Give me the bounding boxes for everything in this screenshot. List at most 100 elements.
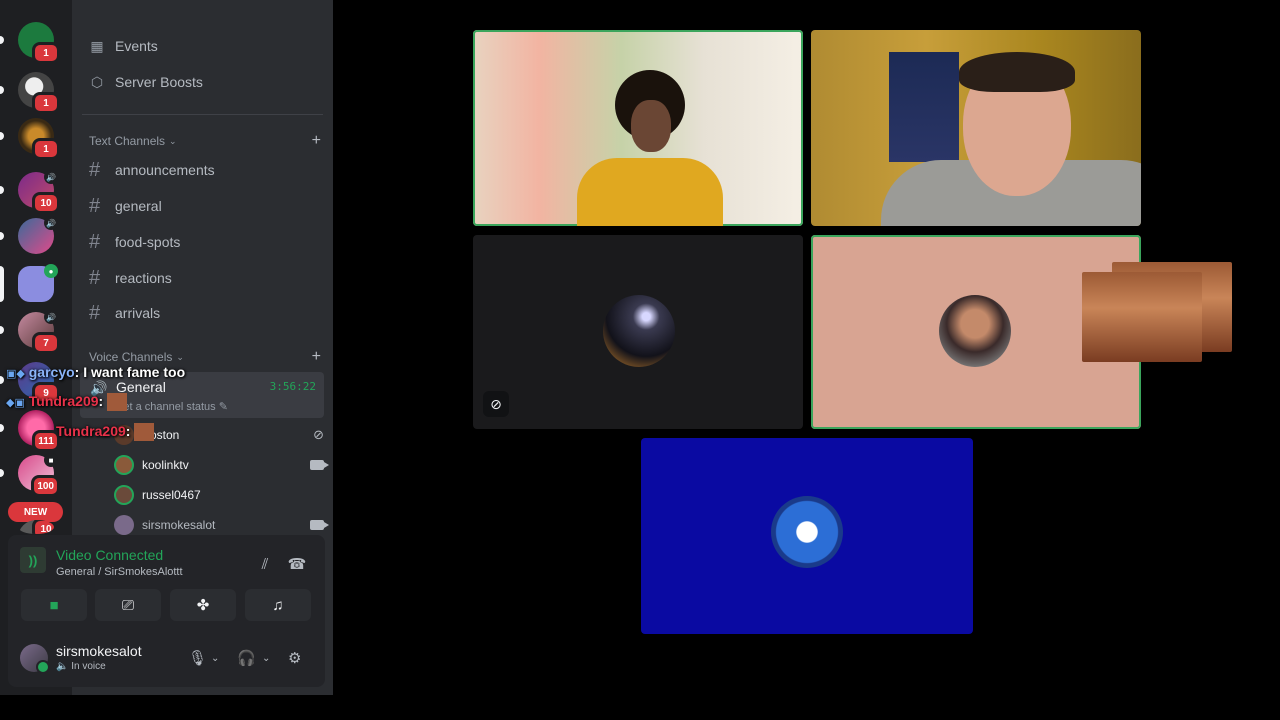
user-status: 🔈 In voice	[56, 661, 142, 672]
server-icon-2[interactable]: 1	[0, 72, 60, 114]
member-russel0467[interactable]: russel0467	[114, 482, 324, 508]
speaker-icon: 🔊	[44, 170, 58, 184]
member-name: russel0467	[142, 488, 201, 502]
overlay-badges: ◆▣	[6, 397, 25, 409]
overlay-text: : I want fame too	[74, 364, 186, 380]
server-badge: 100	[31, 475, 60, 497]
channel-general[interactable]: # general	[89, 191, 162, 221]
connection-subtitle[interactable]: General / SirSmokesAlottt	[56, 566, 183, 578]
chevron-down-icon[interactable]: ⌄	[211, 653, 219, 664]
server-icon-1[interactable]: 1	[0, 22, 60, 64]
participant-video	[851, 52, 1141, 226]
server-boosts-item[interactable]: ⬡ Server Boosts	[89, 70, 203, 94]
user-status-text: In voice	[71, 661, 106, 672]
server-icon-6-active[interactable]: ●	[0, 264, 58, 302]
user-area[interactable]: sirsmokesalot 🔈 In voice	[20, 643, 142, 674]
video-tile-1[interactable]	[473, 30, 803, 226]
server-icon-9[interactable]: 111	[0, 410, 60, 452]
add-channel-icon[interactable]: +	[312, 132, 321, 150]
channel-arrivals[interactable]: # arrivals	[89, 298, 160, 328]
video-tile-3[interactable]: ⊘	[473, 235, 803, 429]
muted-icon: ⊘	[313, 427, 324, 442]
server-icon-7[interactable]: 🔊 7	[0, 310, 60, 354]
hash-icon: #	[89, 158, 101, 181]
overlay-badges: ▣◆	[6, 368, 25, 380]
add-channel-icon[interactable]: +	[312, 348, 321, 366]
avatar	[771, 496, 843, 568]
headphones-icon[interactable]: 🎧	[237, 649, 256, 667]
chevron-down-icon: ⌄	[176, 351, 184, 362]
channel-status-placeholder: Set a channel status	[116, 401, 216, 413]
connection-status: )) Video Connected General / SirSmokesAl…	[20, 547, 183, 578]
participant-video	[577, 70, 723, 226]
channel-label: arrivals	[115, 305, 161, 321]
voice-connection-panel: )) Video Connected General / SirSmokesAl…	[8, 535, 325, 687]
activities-button[interactable]: ✤	[170, 589, 236, 621]
overlay-user: Tundra209	[56, 423, 126, 439]
chevron-down-icon: ⌄	[169, 135, 177, 146]
overlay-chat-line-2: ◆▣ Tundra209:	[6, 393, 128, 412]
hash-icon: #	[89, 194, 101, 217]
server-badge: 1	[32, 92, 60, 114]
member-name: koolinktv	[142, 458, 189, 472]
avatar	[939, 295, 1011, 367]
video-tile-2[interactable]	[811, 30, 1141, 226]
voice-timer: 3:56:22	[269, 380, 316, 393]
overlay-text: :	[125, 423, 131, 439]
overlay-text: :	[98, 393, 104, 409]
signal-icon[interactable]: ))	[20, 547, 46, 573]
channel-label: announcements	[115, 162, 215, 178]
microphone-icon[interactable]: 🎙	[188, 649, 207, 667]
channel-announcements[interactable]: # announcements	[89, 155, 215, 185]
soundboard-button[interactable]: ♫	[245, 589, 311, 621]
overlay-user: Tundra209	[28, 393, 99, 409]
disconnect-icon[interactable]: ☎	[286, 553, 308, 575]
server-boosts-label: Server Boosts	[115, 74, 203, 90]
member-koolinktv[interactable]: koolinktv	[114, 452, 329, 478]
server-icon-5[interactable]: 🔊	[0, 216, 58, 254]
speaker-icon: 🔈	[56, 661, 69, 672]
soundboard-icon: ♫	[272, 596, 284, 614]
overlay-chat-line-1: ▣◆ garcyo: I want fame too	[6, 364, 185, 380]
emote-image	[134, 423, 155, 442]
server-badge: 10	[32, 520, 54, 534]
connection-title: Video Connected	[56, 547, 164, 563]
chevron-down-icon[interactable]: ⌄	[262, 653, 270, 664]
text-channels-category[interactable]: Text Channels ⌄ +	[89, 131, 321, 151]
chat-bubble-icon: ■	[44, 453, 58, 467]
new-unreads-pill[interactable]: NEW	[8, 502, 63, 522]
server-icon-11[interactable]: 10	[18, 520, 54, 534]
muted-icon: ⊘	[483, 391, 509, 417]
avatar	[20, 643, 50, 674]
server-badge: 1	[32, 42, 60, 64]
server-icon-3[interactable]: 1	[0, 118, 60, 160]
user-name: sirsmokesalot	[56, 643, 142, 659]
video-camera-icon: ■	[49, 596, 59, 614]
channel-label: reactions	[115, 270, 172, 286]
video-camera-icon	[310, 460, 329, 470]
channel-status-input[interactable]: Set a channel status ✎	[116, 400, 228, 413]
noise-suppression-icon[interactable]: ⫽	[254, 553, 276, 575]
screen-share-button[interactable]: ⎚	[95, 589, 161, 621]
hash-icon: #	[89, 266, 101, 289]
events-label: Events	[115, 38, 158, 54]
channel-reactions[interactable]: # reactions	[89, 263, 172, 293]
server-icon-4[interactable]: 🔊 10	[0, 170, 60, 214]
overlay-user: garcyo	[28, 364, 75, 380]
channel-label: food-spots	[115, 234, 181, 250]
video-tile-5[interactable]	[641, 438, 973, 634]
events-item[interactable]: ▦ Events	[89, 34, 158, 58]
meme-overlay-front	[1082, 272, 1202, 362]
gear-icon[interactable]: ⚙	[288, 649, 301, 667]
channel-food-spots[interactable]: # food-spots	[89, 227, 180, 257]
member-name: sirsmokesalot	[142, 518, 216, 532]
boost-icon: ⬡	[90, 73, 104, 90]
server-icon-10[interactable]: ■ 100	[0, 453, 60, 497]
calendar-icon: ▦	[90, 37, 104, 54]
category-label: Voice Channels	[89, 350, 173, 364]
speaker-icon: 🔊	[44, 310, 58, 324]
screen-share-icon: ⎚	[121, 596, 134, 614]
video-camera-icon	[310, 520, 329, 530]
activities-icon: ✤	[196, 597, 210, 614]
camera-button[interactable]: ■	[21, 589, 87, 621]
